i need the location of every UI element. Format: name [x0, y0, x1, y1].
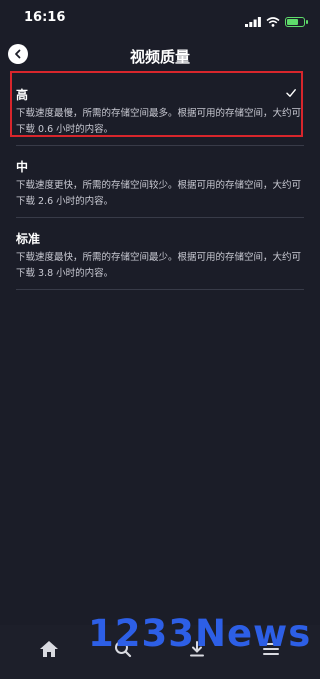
- status-time: 16:16: [24, 10, 66, 25]
- option-description: 下载速度最快，所需的存储空间最少。根据可用的存储空间，大约可下载 3.8 小时的…: [16, 252, 302, 279]
- tab-home[interactable]: [36, 637, 62, 661]
- battery-tip: [306, 19, 308, 24]
- option-title: 中: [16, 160, 29, 174]
- quality-option-standard[interactable]: 标准 下载速度最快，所需的存储空间最少。根据可用的存储空间，大约可下载 3.8 …: [16, 218, 304, 290]
- option-description: 下载速度更快，所需的存储空间较少。根据可用的存储空间，大约可下载 2.6 小时的…: [16, 180, 302, 207]
- quality-option-medium[interactable]: 中 下载速度更快，所需的存储空间较少。根据可用的存储空间，大约可下载 2.6 小…: [16, 146, 304, 218]
- page-title: 视频质量: [129, 48, 190, 66]
- status-bar: 16:16: [0, 0, 320, 36]
- battery-icon: [285, 16, 305, 27]
- check-icon: [286, 89, 296, 97]
- status-icons: [245, 12, 308, 31]
- option-title: 高: [16, 88, 29, 102]
- option-title: 标准: [16, 232, 41, 246]
- quality-option-list: 高 下载速度最慢，所需的存储空间最多。根据可用的存储空间，大约可下载 0.6 小…: [10, 71, 304, 290]
- nav-bar: 视频质量: [0, 40, 320, 72]
- home-icon: [40, 641, 58, 657]
- quality-option-high[interactable]: 高 下载速度最慢，所需的存储空间最多。根据可用的存储空间，大约可下载 0.6 小…: [10, 71, 304, 146]
- option-description: 下载速度最慢，所需的存储空间最多。根据可用的存储空间，大约可下载 0.6 小时的…: [16, 108, 302, 135]
- cellular-signal-icon: [245, 12, 261, 31]
- watermark: 1233News: [88, 612, 312, 655]
- wifi-icon: [266, 12, 280, 31]
